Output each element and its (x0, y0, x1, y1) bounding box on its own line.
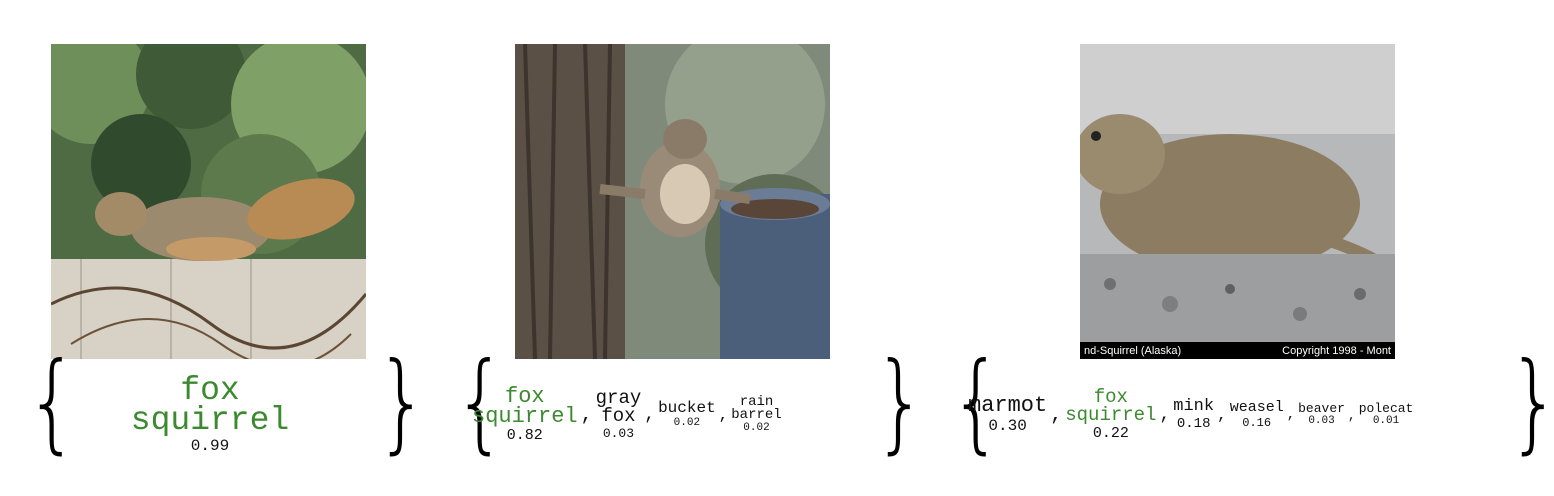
separator: , (1347, 407, 1356, 423)
prediction-label: beaver (1298, 400, 1345, 416)
prediction-score: 0.18 (1176, 415, 1211, 432)
squirrel-photo-3: nd-Squirrel (Alaska) Copyright 1998 - Mo… (1080, 44, 1395, 359)
prediction-item: beaver 0.03 (1298, 400, 1345, 428)
prediction-item: mink 0.18 (1173, 397, 1215, 432)
separator: , (1159, 405, 1171, 425)
prediction-item: fox squirrel 0.22 (1065, 386, 1157, 442)
copyright-caption: nd-Squirrel (Alaska) Copyright 1998 - Mo… (1080, 342, 1395, 359)
separator: , (1050, 403, 1063, 427)
prediction-label: polecat (1358, 400, 1414, 416)
prediction-item: weasel 0.16 (1230, 401, 1284, 429)
squirrel-photo-1 (51, 44, 366, 359)
prediction-item: fox squirrel 0.82 (472, 383, 578, 445)
prediction-group-2: fox squirrel 0.82 , gray fox 0.03 , buck… (472, 370, 872, 460)
prediction-item: fox squirrel 0.99 (130, 372, 290, 455)
prediction-group-3: marmot 0.30 , fox squirrel 0.22 , mink 0… (968, 370, 1518, 460)
separator: , (718, 406, 729, 424)
open-brace-1: { (25, 340, 80, 465)
prediction-item: marmot 0.30 (968, 393, 1048, 435)
separator: , (644, 405, 656, 425)
prediction-item: bucket 0.02 (658, 399, 716, 429)
prediction-score: 0.03 (1308, 415, 1335, 428)
prediction-label: mink (1173, 397, 1215, 417)
prediction-label: fox squirrel (1065, 386, 1157, 426)
caption-right: Copyright 1998 - Mont (1282, 344, 1391, 357)
prediction-score: 0.30 (988, 416, 1027, 435)
separator: , (1286, 407, 1296, 423)
prediction-label: marmot (968, 393, 1048, 419)
prediction-score: 0.02 (673, 416, 701, 429)
prediction-group-1: fox squirrel 0.99 (110, 370, 310, 460)
prediction-label: fox squirrel (472, 383, 578, 429)
prediction-score: 0.01 (1372, 415, 1400, 428)
prediction-score: 0.22 (1092, 424, 1129, 442)
prediction-score: 0.16 (1242, 415, 1272, 430)
prediction-label: bucket (658, 399, 716, 418)
close-brace-1: } (375, 340, 430, 465)
close-brace-3: } (1508, 349, 1554, 457)
prediction-score: 0.99 (190, 436, 230, 455)
squirrel-photo-2 (515, 44, 830, 359)
close-brace-2: } (873, 340, 928, 465)
prediction-item: rain barrel 0.02 (731, 393, 782, 435)
prediction-label: gray fox (595, 387, 642, 427)
prediction-score: 0.82 (506, 427, 543, 445)
prediction-label: fox squirrel (130, 372, 290, 439)
separator: , (1217, 406, 1227, 424)
prediction-item: gray fox 0.03 (595, 387, 642, 441)
prediction-item: polecat 0.01 (1358, 400, 1414, 428)
caption-left: nd-Squirrel (Alaska) (1084, 344, 1182, 357)
prediction-label: weasel (1229, 399, 1284, 417)
prediction-label: rain barrel (731, 393, 782, 423)
separator: , (580, 403, 593, 427)
prediction-score: 0.03 (602, 425, 635, 441)
prediction-score: 0.02 (743, 422, 770, 435)
